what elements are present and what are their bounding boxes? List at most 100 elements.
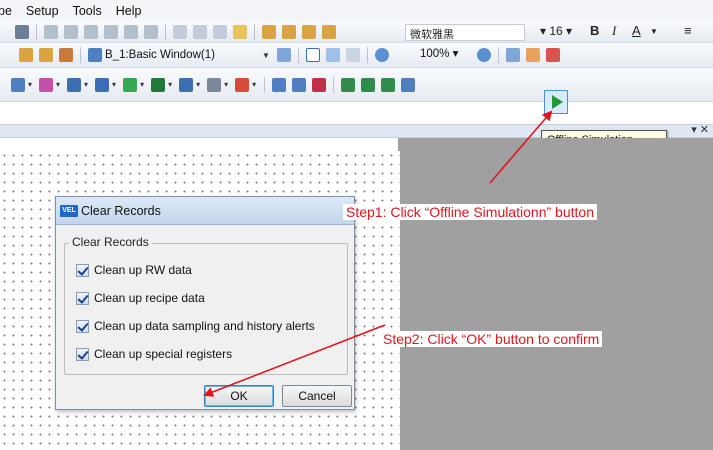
font-name-combo[interactable]: 微软雅黑 — [405, 24, 525, 41]
toolbar-separator — [264, 76, 266, 93]
same-width-icon[interactable] — [173, 25, 187, 39]
chevron-down-icon[interactable]: ▾ — [56, 80, 60, 89]
rebuild-icon[interactable] — [292, 77, 307, 92]
step1-annotation: Step1: Click “Offline Simulationn” butto… — [343, 204, 597, 220]
save-icon[interactable] — [15, 25, 29, 39]
window-icon — [88, 48, 102, 62]
option-rw-data[interactable]: Clean up RW data — [76, 263, 192, 277]
data-icon[interactable] — [207, 77, 222, 92]
menu-item-setup[interactable]: Setup — [19, 4, 66, 18]
dialog-titlebar[interactable]: VEL Clear Records — [56, 197, 354, 225]
dialog-title: Clear Records — [81, 203, 161, 218]
popup-window-icon[interactable] — [325, 48, 340, 62]
format-toolbar: 微软雅黑 ▾ 16 ▾ B I A ▼ ≡ — [0, 22, 713, 43]
chevron-down-icon[interactable]: ▾ — [196, 80, 200, 89]
online-simulation-icon[interactable] — [401, 77, 416, 92]
alarm-icon[interactable] — [235, 77, 250, 92]
menu-item-help[interactable]: Help — [109, 4, 149, 18]
checkbox[interactable] — [76, 291, 89, 305]
same-height-icon[interactable] — [193, 25, 207, 39]
upload-icon[interactable] — [361, 77, 376, 92]
ok-button[interactable]: OK — [204, 385, 274, 407]
toolbar-separator — [80, 47, 81, 63]
chevron-down-icon[interactable]: ▾ — [28, 80, 32, 89]
layer-top-icon[interactable] — [262, 25, 276, 39]
frame-icon[interactable] — [305, 48, 320, 62]
open-window-icon[interactable] — [276, 48, 291, 62]
paragraph-icon[interactable]: ≡ — [684, 23, 692, 38]
chevron-down-icon[interactable]: ▾ — [252, 80, 256, 89]
layer-down-icon[interactable] — [302, 25, 316, 39]
chevron-down-icon[interactable]: ▾ — [224, 80, 228, 89]
text-color-button[interactable]: A — [632, 23, 641, 38]
chevron-down-icon[interactable]: ▼ — [262, 51, 270, 60]
window-settings-icon[interactable] — [59, 48, 73, 62]
menubar: pe Setup Tools Help — [0, 0, 713, 22]
ruler-icon[interactable] — [546, 48, 560, 62]
group-label: Clear Records — [69, 235, 152, 249]
compile-icon[interactable] — [272, 77, 287, 92]
italic-button[interactable]: I — [612, 23, 616, 39]
bar-graph-icon[interactable] — [67, 77, 82, 92]
same-size-icon[interactable] — [213, 25, 227, 39]
chevron-down-icon[interactable]: ▾ — [112, 80, 116, 89]
cancel-button[interactable]: Cancel — [282, 385, 352, 407]
align-middle-icon[interactable] — [124, 25, 138, 39]
trend-chart-icon[interactable] — [39, 77, 54, 92]
option-data-sampling[interactable]: Clean up data sampling and history alert… — [76, 319, 315, 333]
option-label: Clean up special registers — [94, 347, 233, 361]
play-icon — [551, 95, 563, 109]
zoom-out-icon[interactable] — [477, 48, 491, 62]
app-logo-icon: VEL — [60, 204, 78, 217]
window-new-icon[interactable] — [39, 48, 53, 62]
lightbulb-icon[interactable] — [233, 25, 247, 39]
window-selector-value: B_1:Basic Window(1) — [105, 49, 215, 61]
transfer-icon[interactable] — [381, 77, 396, 92]
option-special-registers[interactable]: Clean up special registers — [76, 347, 232, 361]
chevron-down-icon[interactable]: ▾ — [168, 80, 172, 89]
chevron-down-icon[interactable]: ▾ — [84, 80, 88, 89]
window-list-icon[interactable] — [19, 48, 33, 62]
option-recipe-data[interactable]: Clean up recipe data — [76, 291, 205, 305]
download-icon[interactable] — [341, 77, 356, 92]
toolbar-separator — [297, 47, 299, 63]
zoom-combo[interactable]: 100% ▾ — [420, 46, 458, 60]
window-toolbar: B_1:Basic Window(1) ▼ 100% ▾ — [0, 43, 713, 68]
move-icon[interactable] — [151, 77, 166, 92]
menu-item-pe[interactable]: pe — [0, 4, 19, 18]
menu-item-tools[interactable]: Tools — [66, 4, 109, 18]
font-size-combo[interactable]: ▾ 16 ▾ — [540, 24, 572, 38]
switch-icon[interactable] — [123, 77, 138, 92]
option-label: Clean up recipe data — [94, 291, 205, 305]
zoom-value: 100% — [420, 48, 450, 60]
shape-icon[interactable] — [11, 77, 25, 92]
clean-icon[interactable] — [312, 77, 327, 92]
keypad-icon[interactable] — [179, 77, 194, 92]
align-right-icon[interactable] — [84, 25, 98, 39]
bold-button[interactable]: B — [590, 23, 599, 38]
align-left-icon[interactable] — [44, 25, 58, 39]
grid-icon[interactable] — [506, 48, 520, 62]
offline-simulation-button[interactable] — [544, 90, 568, 114]
checkbox[interactable] — [76, 347, 89, 361]
option-label: Clean up RW data — [94, 263, 192, 277]
align-bottom-icon[interactable] — [144, 25, 158, 39]
window-selector[interactable]: B_1:Basic Window(1) — [105, 46, 255, 64]
align-top-icon[interactable] — [104, 25, 118, 39]
zoom-in-icon[interactable] — [374, 48, 389, 62]
toolbar-separator — [254, 24, 255, 40]
checkbox[interactable] — [76, 319, 89, 333]
objects-toolbar: ▾ ▾ ▾ ▾ ▾ ▾ ▾ ▾ ▾ — [0, 68, 713, 102]
checkbox[interactable] — [76, 263, 89, 277]
close-window-icon[interactable] — [345, 48, 360, 62]
chevron-down-icon[interactable]: ▾ — [140, 80, 144, 89]
panel-close-icon[interactable]: ▾ ✕ — [691, 123, 709, 136]
option-label: Clean up data sampling and history alert… — [94, 319, 315, 333]
layer-bottom-icon[interactable] — [322, 25, 336, 39]
table-icon[interactable] — [95, 77, 110, 92]
chevron-down-icon[interactable]: ▼ — [650, 27, 658, 36]
toolbar-separator — [333, 76, 335, 93]
align-center-icon[interactable] — [64, 25, 78, 39]
layer-up-icon[interactable] — [282, 25, 296, 39]
snap-icon[interactable] — [526, 48, 540, 62]
